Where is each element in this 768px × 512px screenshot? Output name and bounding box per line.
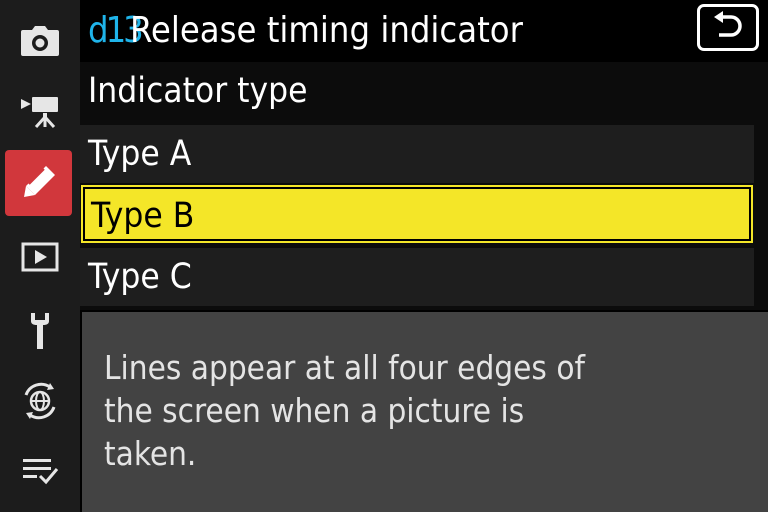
option-heading-label: Indicator type: [88, 71, 308, 111]
my-menu-tab[interactable]: [0, 440, 80, 502]
options-panel: Indicator type Type A Type B Type C: [80, 62, 768, 310]
playback-menu-tab[interactable]: [0, 226, 80, 288]
page-title: Release timing indicator: [130, 10, 523, 51]
option-label: Type A: [88, 134, 192, 174]
menu-header: d13 Release timing indicator: [80, 0, 768, 62]
option-label: Type C: [88, 257, 192, 297]
option-type-b[interactable]: Type B: [81, 185, 753, 243]
option-label: Type B: [91, 196, 195, 236]
network-icon: [20, 381, 60, 421]
photo-shooting-menu-tab[interactable]: [0, 10, 80, 72]
network-menu-tab[interactable]: [0, 370, 80, 432]
movie-camera-icon: [20, 94, 60, 128]
my-menu-icon: [21, 456, 59, 486]
pencil-icon: [22, 163, 58, 199]
menu-sidebar: [0, 0, 80, 512]
back-arrow-icon: [711, 10, 745, 45]
help-description-text: Lines appear at all four edges of the sc…: [104, 348, 585, 473]
movie-recording-menu-tab[interactable]: [0, 80, 80, 142]
option-type-c[interactable]: Type C: [80, 248, 754, 306]
camera-icon: [20, 25, 60, 57]
wrench-icon: [27, 311, 53, 351]
custom-settings-menu-tab[interactable]: [0, 150, 80, 216]
help-description-panel: Lines appear at all four edges of the sc…: [82, 312, 768, 512]
option-type-a[interactable]: Type A: [80, 125, 754, 183]
back-button[interactable]: [697, 4, 759, 51]
setup-menu-tab[interactable]: [0, 300, 80, 362]
option-heading: Indicator type: [80, 62, 754, 120]
playback-icon: [21, 242, 59, 272]
